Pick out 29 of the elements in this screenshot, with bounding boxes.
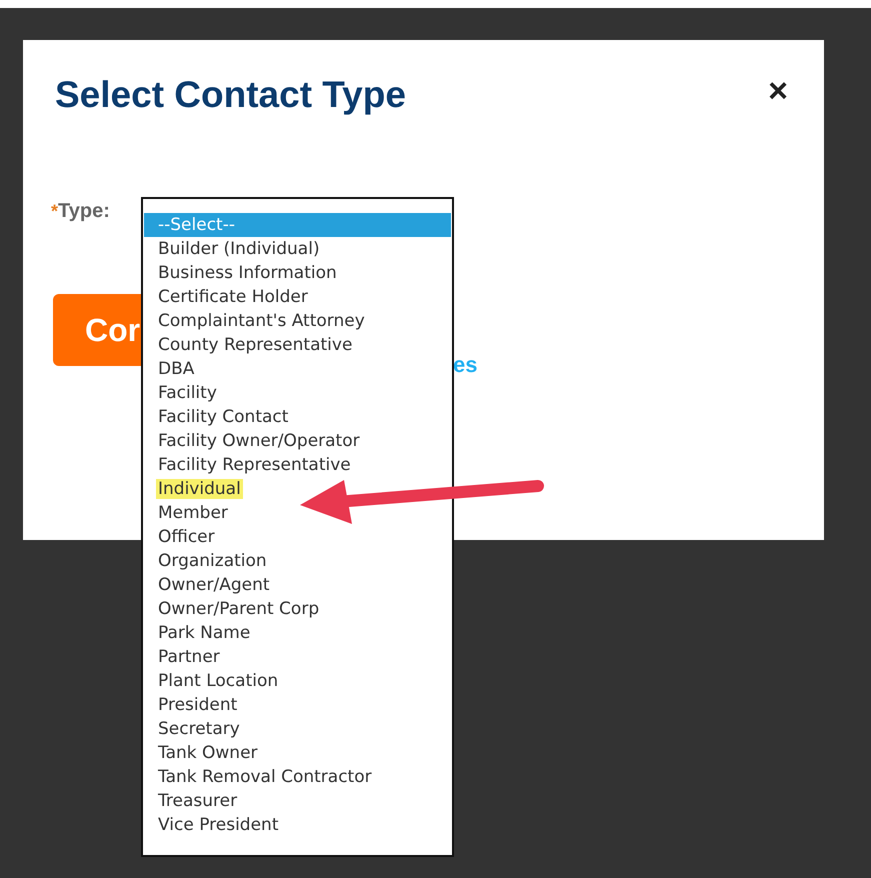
option-label: Plant Location — [158, 671, 278, 691]
option-label: President — [158, 695, 238, 715]
option-label: Partner — [158, 647, 220, 667]
option-label: Owner/Parent Corp — [158, 599, 320, 619]
option-label: Vice President — [158, 815, 278, 835]
option-label: DBA — [158, 359, 194, 379]
option-label: Officer — [158, 527, 215, 547]
option-label: County Representative — [158, 335, 352, 355]
option-label: Builder (Individual) — [158, 239, 320, 259]
option-label: Tank Removal Contractor — [158, 767, 372, 787]
option-label: Facility Contact — [158, 407, 288, 427]
option-label: --Select-- — [158, 215, 235, 235]
required-mark: * — [51, 200, 58, 221]
option-label: Individual — [156, 479, 243, 499]
option-label: Facility Representative — [158, 455, 351, 475]
option-label: Park Name — [158, 623, 250, 643]
option-label: Owner/Agent — [158, 575, 270, 595]
dialog-title: Select Contact Type — [55, 73, 406, 117]
option-label: Tank Owner — [158, 743, 258, 763]
option-label: Certificate Holder — [158, 287, 308, 307]
option-label: Treasurer — [158, 791, 238, 811]
field-label: Type: — [58, 199, 110, 224]
option-label: Member — [158, 503, 228, 523]
option-label: Business Information — [158, 263, 337, 283]
option-label: Organization — [158, 551, 267, 571]
option-label: Facility Owner/Operator — [158, 431, 360, 451]
option-label: Complaintant's Attorney — [158, 311, 365, 331]
option-label: Facility — [158, 383, 217, 403]
option-label: Secretary — [158, 719, 240, 739]
